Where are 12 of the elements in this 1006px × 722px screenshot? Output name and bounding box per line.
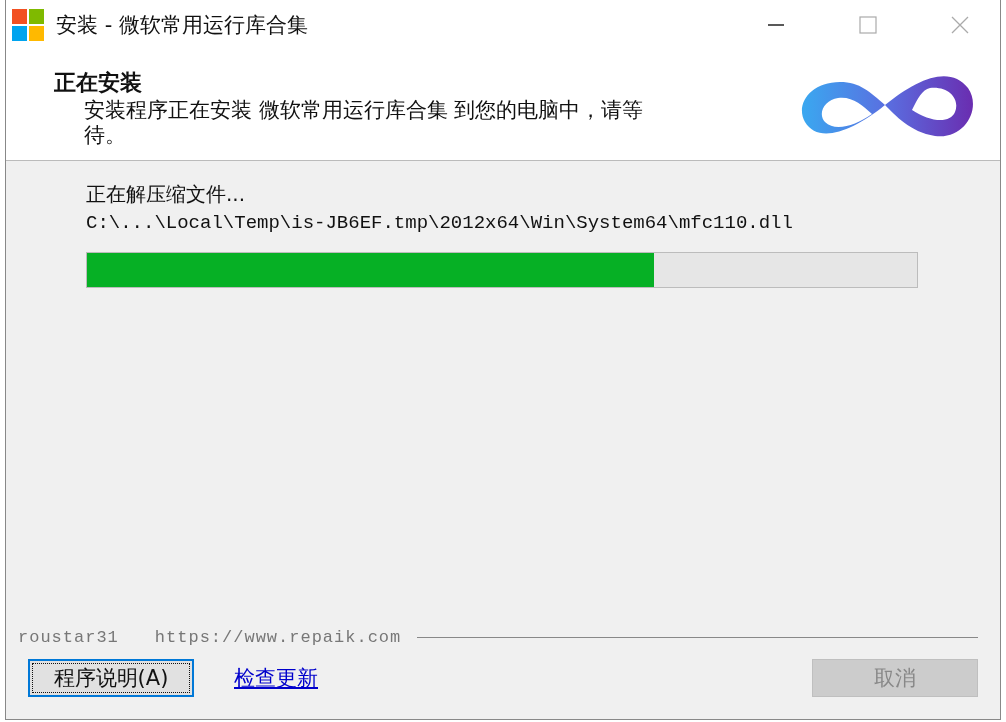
maximize-icon[interactable] (858, 15, 878, 35)
update-link[interactable]: 检查更新 (234, 664, 318, 692)
author-label: roustar31 (18, 628, 119, 647)
close-icon[interactable] (950, 15, 970, 35)
status-message: 正在解压缩文件... (86, 181, 247, 208)
page-description: 安装程序正在安装 微软常用运行库合集 到您的电脑中，请等待。 (83, 98, 644, 148)
windows-logo-icon (12, 9, 44, 41)
page-heading: 正在安装 (54, 69, 143, 97)
window-title: 安装 - 微软常用运行库合集 (56, 12, 308, 39)
file-path: C:\...\Local\Temp\is-JB6EF.tmp\2012x64\Win\System64\mfc110.dll (86, 212, 794, 234)
website-label: https://www.repaik.com (154, 628, 402, 647)
help-button[interactable]: 程序说明(A) (28, 659, 194, 697)
